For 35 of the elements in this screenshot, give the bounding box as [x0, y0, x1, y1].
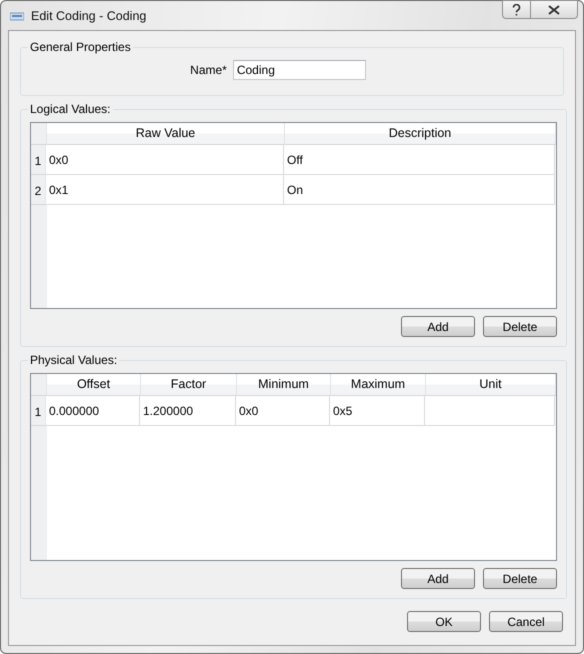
table-cell: 0.000000 — [46, 396, 140, 426]
table-cell: 0x0 — [46, 145, 284, 175]
app-icon — [10, 10, 24, 20]
column-header[interactable]: Minimum — [237, 374, 331, 396]
table-cell: On — [284, 175, 555, 205]
table-cell: Off — [284, 145, 555, 175]
field-label: Name* — [190, 63, 227, 77]
group-title: Logical Values: — [29, 102, 112, 116]
add-button[interactable]: Add — [401, 316, 475, 337]
column-header[interactable]: Description — [285, 123, 556, 145]
group-title: Physical Values: — [29, 353, 118, 367]
column-header[interactable]: Maximum — [331, 374, 426, 396]
table-cell: 0x1 — [46, 175, 284, 205]
group-title: General Properties — [29, 40, 132, 54]
add-button[interactable]: Add — [401, 568, 475, 589]
table-cell: 0x0 — [236, 396, 330, 426]
column-header[interactable]: Unit — [426, 374, 556, 396]
row-header[interactable]: 1 — [31, 145, 46, 175]
row-header[interactable]: 2 — [31, 175, 46, 205]
close-button[interactable] — [531, 0, 578, 19]
help-icon — [512, 4, 521, 16]
table-cell: 1.200000 — [140, 396, 236, 426]
column-header[interactable]: Raw Value — [47, 123, 285, 145]
close-icon — [548, 4, 560, 14]
window-title: Edit Coding - Coding — [31, 8, 146, 22]
delete-button[interactable]: Delete — [483, 568, 557, 589]
ok-button[interactable]: OK — [407, 611, 481, 632]
row-header[interactable]: 1 — [31, 396, 46, 426]
cancel-button[interactable]: Cancel — [489, 611, 563, 632]
help-button[interactable] — [502, 0, 531, 19]
delete-button[interactable]: Delete — [483, 316, 557, 337]
table-cell: 0x5 — [330, 396, 425, 426]
name-field[interactable]: Coding — [232, 60, 366, 80]
column-header[interactable]: Factor — [141, 374, 237, 396]
column-header[interactable]: Offset — [47, 374, 141, 396]
